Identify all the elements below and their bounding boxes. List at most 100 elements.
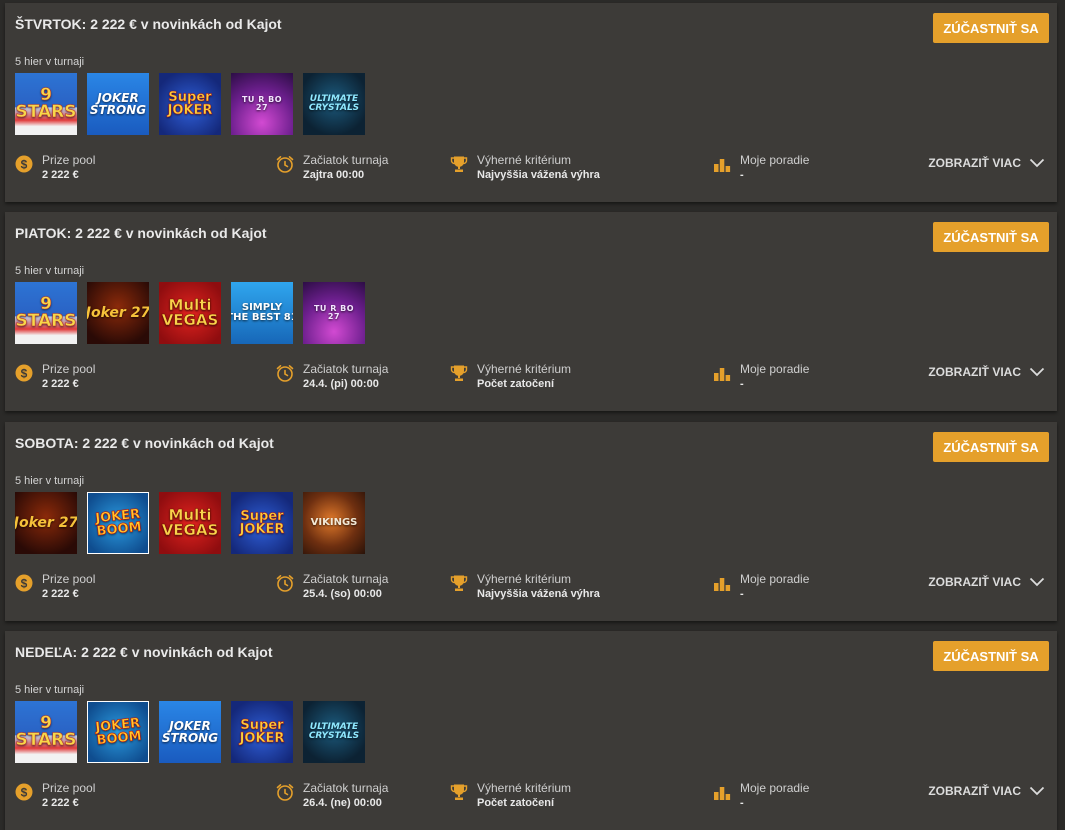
coin-dollar-icon: $ — [15, 783, 33, 801]
prize-pool-value: 2 222 € — [42, 169, 79, 181]
start-time-value: 26.4. (ne) 00:00 — [303, 797, 382, 809]
chevron-down-icon — [1029, 577, 1045, 587]
join-button[interactable]: ZÚČASTNIŤ SA — [933, 641, 1049, 671]
games-count: 5 hier v turnaji — [15, 684, 85, 696]
win-criterion-value: Počet zatočení — [477, 378, 555, 390]
chevron-down-icon — [1029, 786, 1045, 796]
game-thumbnail[interactable]: TU R BO 27 — [303, 282, 365, 344]
win-criterion-value: Najvyššia vážená výhra — [477, 169, 600, 181]
tournament-title: PIATOK: 2 222 € v novinkách od Kajot — [15, 225, 267, 241]
tournament-list: ŠTVRTOK: 2 222 € v novinkách od Kajot ZÚ… — [0, 0, 1065, 830]
win-criterion-value: Počet zatočení — [477, 797, 555, 809]
game-thumbnail-label: SIMPLY THE BEST 81 — [231, 302, 293, 323]
bar-chart-icon — [714, 787, 731, 800]
start-time-value: 24.4. (pi) 00:00 — [303, 378, 379, 390]
game-thumbnail-label: TU R BO 27 — [241, 95, 283, 112]
start-time-label: Začiatok turnaja — [303, 572, 389, 586]
game-thumbnail-label: 9 STARS — [15, 294, 77, 331]
game-thumbnail[interactable]: JOKER STRONG — [87, 73, 149, 135]
trophy-icon — [450, 575, 468, 591]
games-count: 5 hier v turnaji — [15, 56, 85, 68]
game-thumbnail[interactable]: JOKER BOOM — [87, 492, 149, 554]
show-more-button[interactable]: ZOBRAZIŤ VIAC — [928, 365, 1045, 379]
game-thumbnail-label: TU R BO 27 — [313, 304, 355, 321]
game-thumbnail-label: Multi VEGAS — [161, 506, 219, 539]
game-thumbnail-label: Joker 27 — [15, 515, 77, 531]
game-thumbnail[interactable]: 9 STARS — [15, 282, 77, 344]
game-thumbnail[interactable]: Super JOKER — [231, 492, 293, 554]
show-more-button[interactable]: ZOBRAZIŤ VIAC — [928, 575, 1045, 589]
my-rank-label: Moje poradie — [740, 153, 810, 167]
game-thumbnail[interactable]: JOKER STRONG — [159, 701, 221, 763]
my-rank-label: Moje poradie — [740, 362, 810, 376]
game-thumbnail-label: Super JOKER — [239, 509, 285, 537]
show-more-label: ZOBRAZIŤ VIAC — [928, 365, 1021, 379]
game-thumbnail-label: JOKER STRONG — [89, 91, 147, 117]
tournament-card: NEDEĽA: 2 222 € v novinkách od Kajot ZÚČ… — [5, 631, 1057, 830]
win-criterion-label: Výherné kritérium — [477, 153, 572, 167]
win-criterion-label: Výherné kritérium — [477, 572, 572, 586]
game-thumbnail-label: JOKER BOOM — [94, 715, 142, 749]
my-rank-label: Moje poradie — [740, 781, 810, 795]
join-button[interactable]: ZÚČASTNIŤ SA — [933, 432, 1049, 462]
show-more-button[interactable]: ZOBRAZIŤ VIAC — [928, 156, 1045, 170]
my-rank-value: - — [740, 378, 744, 390]
chevron-down-icon — [1029, 367, 1045, 377]
prize-pool-value: 2 222 € — [42, 588, 79, 600]
game-thumbnail[interactable]: Joker 27 — [15, 492, 77, 554]
win-criterion-value: Najvyššia vážená výhra — [477, 588, 600, 600]
game-thumbnail[interactable]: Super JOKER — [159, 73, 221, 135]
game-thumbnail[interactable]: VIKINGS — [303, 492, 365, 554]
alarm-clock-icon — [276, 156, 294, 173]
game-thumbnail-label: 9 STARS — [15, 85, 77, 122]
trophy-icon — [450, 365, 468, 381]
game-thumbnail[interactable]: Super JOKER — [231, 701, 293, 763]
prize-pool-label: Prize pool — [42, 781, 96, 795]
join-button[interactable]: ZÚČASTNIŤ SA — [933, 222, 1049, 252]
trophy-icon — [450, 784, 468, 800]
svg-text:$: $ — [21, 577, 28, 591]
game-thumbnail[interactable]: TU R BO 27 — [231, 73, 293, 135]
show-more-button[interactable]: ZOBRAZIŤ VIAC — [928, 784, 1045, 798]
bar-chart-icon — [714, 578, 731, 591]
start-time-label: Začiatok turnaja — [303, 153, 389, 167]
game-thumbnail-label: VIKINGS — [310, 517, 358, 528]
svg-text:$: $ — [21, 158, 28, 172]
svg-text:$: $ — [21, 786, 28, 800]
games-count: 5 hier v turnaji — [15, 475, 85, 487]
game-thumbnail[interactable]: JOKER BOOM — [87, 701, 149, 763]
win-criterion-label: Výherné kritérium — [477, 781, 572, 795]
my-rank-value: - — [740, 797, 744, 809]
bar-chart-icon — [714, 159, 731, 172]
coin-dollar-icon: $ — [15, 574, 33, 592]
start-time-label: Začiatok turnaja — [303, 781, 389, 795]
tournament-card: ŠTVRTOK: 2 222 € v novinkách od Kajot ZÚ… — [5, 3, 1057, 202]
show-more-label: ZOBRAZIŤ VIAC — [928, 784, 1021, 798]
game-thumbnail[interactable]: SIMPLY THE BEST 81 — [231, 282, 293, 344]
game-thumbnail[interactable]: ULTIMATE CRYSTALS — [303, 73, 365, 135]
tournament-card: PIATOK: 2 222 € v novinkách od Kajot ZÚČ… — [5, 212, 1057, 411]
game-thumbnail[interactable]: Multi VEGAS — [159, 492, 221, 554]
prize-pool-label: Prize pool — [42, 362, 96, 376]
game-thumbnail[interactable]: Joker 27 — [87, 282, 149, 344]
my-rank-value: - — [740, 588, 744, 600]
game-thumbnail-label: JOKER BOOM — [94, 506, 142, 540]
game-thumbnail[interactable]: Multi VEGAS — [159, 282, 221, 344]
prize-pool-value: 2 222 € — [42, 797, 79, 809]
win-criterion-label: Výherné kritérium — [477, 362, 572, 376]
game-thumbnail[interactable]: 9 STARS — [15, 73, 77, 135]
alarm-clock-icon — [276, 784, 294, 801]
game-thumbnail[interactable]: ULTIMATE CRYSTALS — [303, 701, 365, 763]
game-thumbnail-label: 9 STARS — [15, 713, 77, 750]
prize-pool-label: Prize pool — [42, 153, 96, 167]
svg-text:$: $ — [21, 367, 28, 381]
game-thumbnail-label: Super JOKER — [239, 718, 285, 746]
coin-dollar-icon: $ — [15, 364, 33, 382]
join-button[interactable]: ZÚČASTNIŤ SA — [933, 13, 1049, 43]
my-rank-label: Moje poradie — [740, 572, 810, 586]
start-time-value: 25.4. (so) 00:00 — [303, 588, 382, 600]
tournament-title: ŠTVRTOK: 2 222 € v novinkách od Kajot — [15, 16, 282, 32]
game-thumbnail[interactable]: 9 STARS — [15, 701, 77, 763]
game-thumbnail-label: Joker 27 — [87, 305, 149, 321]
game-thumbnail-label: ULTIMATE CRYSTALS — [308, 94, 360, 113]
